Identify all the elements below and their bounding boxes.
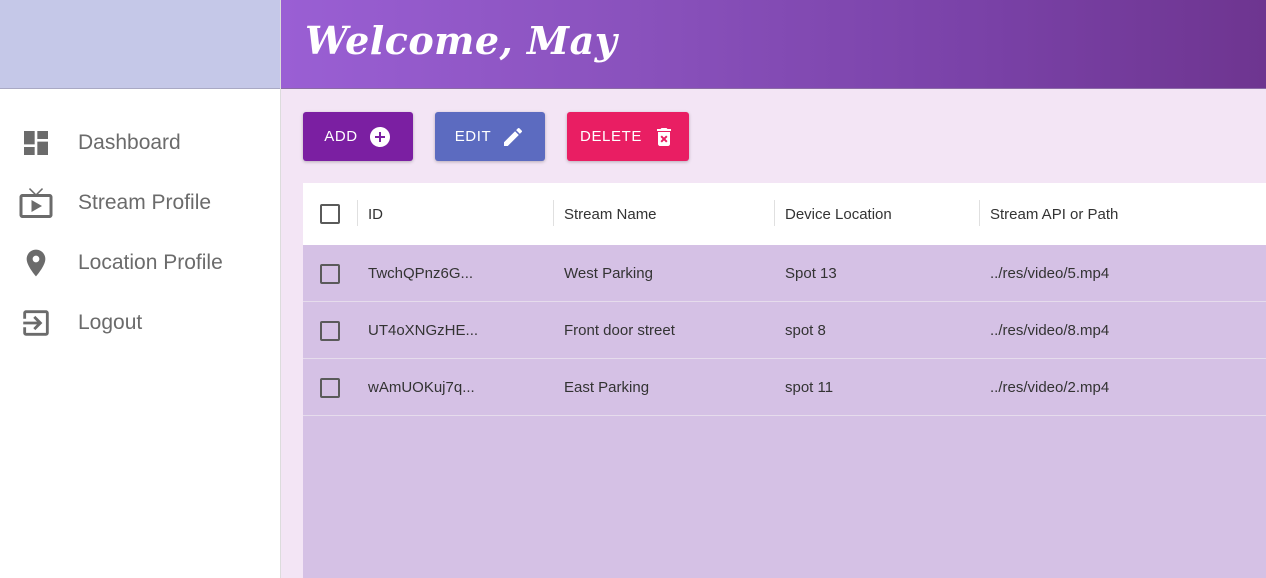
welcome-title: Welcome, May [305,18,618,63]
cell-stream-name: Front door street [564,322,675,339]
sidebar-item-dashboard[interactable]: Dashboard [0,113,280,173]
sidebar-item-label: Stream Profile [78,191,212,214]
column-separator [979,200,980,226]
row-checkbox[interactable] [320,264,340,284]
column-header-id[interactable]: ID [368,183,383,245]
location-pin-icon [18,245,54,281]
app-header: Welcome, May [281,0,1266,89]
cell-stream-path: ../res/video/8.mp4 [990,322,1110,339]
sidebar: Dashboard Stream Profile Location Profil… [0,0,281,578]
select-all-checkbox[interactable] [320,204,340,224]
main-content: ADD EDIT DELETE ID Stream Name Device Lo… [281,89,1266,578]
sidebar-item-logout[interactable]: Logout [0,293,280,353]
add-circle-icon [368,125,392,149]
cell-device-location: spot 8 [785,322,826,339]
cell-device-location: spot 11 [785,379,834,396]
table-header: ID Stream Name Device Location Stream AP… [303,183,1266,245]
column-header-stream-path[interactable]: Stream API or Path [990,183,1118,245]
cell-id: TwchQPnz6G... [368,265,474,282]
cell-id: UT4oXNGzHE... [368,322,479,339]
trash-icon [652,125,676,149]
edit-button-label: EDIT [454,128,492,145]
column-separator [553,200,554,226]
cell-device-location: Spot 13 [785,265,837,282]
tv-icon [18,185,54,221]
logout-icon [18,305,54,341]
streams-table: ID Stream Name Device Location Stream AP… [303,183,1266,578]
cell-stream-path: ../res/video/2.mp4 [990,379,1110,396]
row-checkbox[interactable] [320,378,340,398]
add-button[interactable]: ADD [303,112,413,161]
sidebar-item-label: Logout [78,311,143,334]
sidebar-item-stream-profile[interactable]: Stream Profile [0,173,280,233]
pencil-icon [501,125,525,149]
column-separator [774,200,775,226]
sidebar-header [0,0,280,89]
column-header-device-location[interactable]: Device Location [785,183,892,245]
table-row[interactable]: UT4oXNGzHE... Front door street spot 8 .… [303,302,1266,359]
cell-stream-path: ../res/video/5.mp4 [990,265,1110,282]
column-separator [357,200,358,226]
cell-stream-name: West Parking [564,265,653,282]
dashboard-icon [18,125,54,161]
sidebar-item-label: Location Profile [78,251,223,274]
sidebar-nav: Dashboard Stream Profile Location Profil… [0,89,280,353]
column-header-stream-name[interactable]: Stream Name [564,183,657,245]
row-checkbox[interactable] [320,321,340,341]
cell-stream-name: East Parking [564,379,650,396]
sidebar-item-location-profile[interactable]: Location Profile [0,233,280,293]
delete-button[interactable]: DELETE [567,112,689,161]
edit-button[interactable]: EDIT [435,112,545,161]
app: Dashboard Stream Profile Location Profil… [0,0,1266,578]
table-row[interactable]: TwchQPnz6G... West Parking Spot 13 ../re… [303,245,1266,302]
toolbar: ADD EDIT DELETE [303,112,689,161]
add-button-label: ADD [324,128,358,145]
delete-button-label: DELETE [580,128,642,145]
cell-id: wAmUOKuj7q... [368,379,475,396]
table-row[interactable]: wAmUOKuj7q... East Parking spot 11 ../re… [303,359,1266,416]
sidebar-item-label: Dashboard [78,131,181,154]
